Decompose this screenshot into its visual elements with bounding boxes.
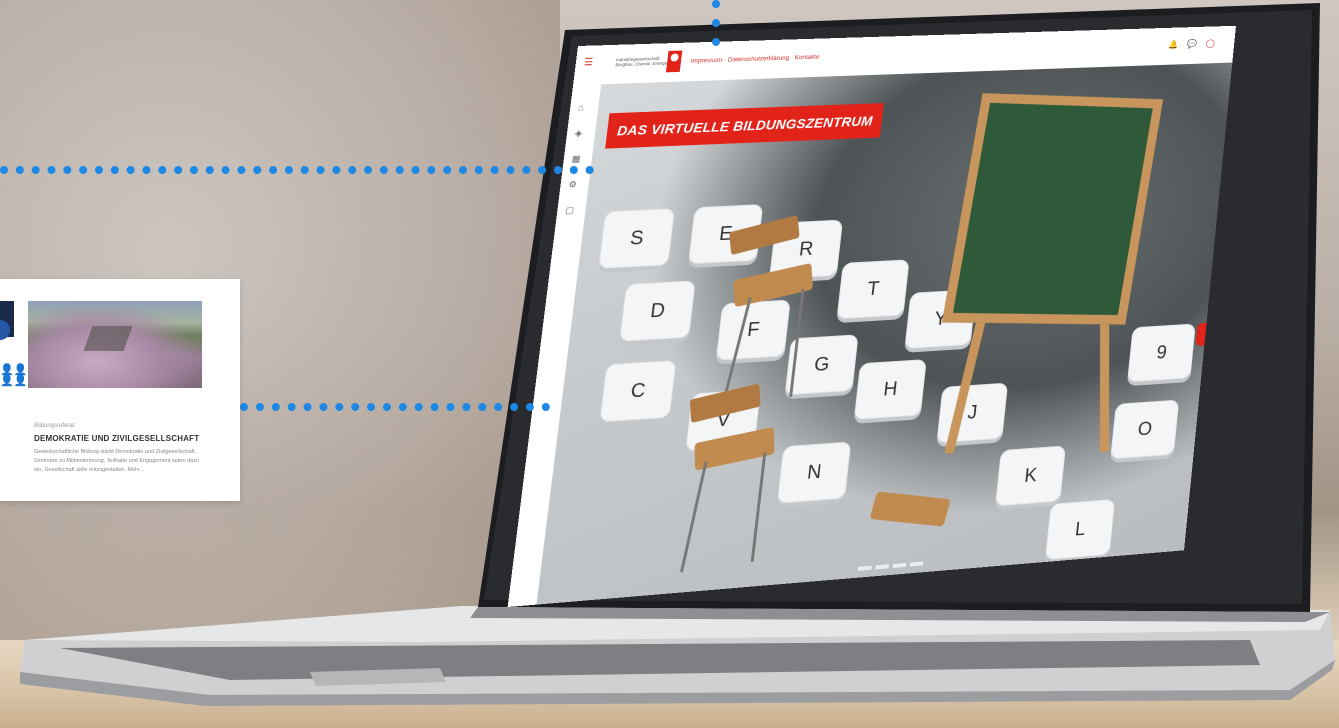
key-9: 9: [1127, 323, 1196, 383]
card-text: Gewerkschaftliche Bildung stärkt Demokra…: [34, 449, 199, 473]
key-h: H: [853, 359, 927, 420]
key-o: O: [1110, 399, 1180, 460]
hamburger-icon[interactable]: ☰: [583, 57, 593, 68]
key-n: N: [776, 441, 852, 504]
chair-seat: [869, 491, 951, 527]
mortarboard-icon[interactable]: ◈: [574, 128, 582, 139]
key-s: S: [598, 208, 676, 269]
card-title[interactable]: DEMOKRATIE UND ZIVILGESELLSCHAFT: [34, 434, 199, 443]
bell-icon[interactable]: 🔔: [1168, 39, 1188, 49]
connector-line: [0, 166, 594, 174]
key-t: T: [836, 259, 910, 320]
header-nav-links[interactable]: Impressum · Datenschutzerklärung · Konta…: [690, 54, 819, 65]
site-logo[interactable]: [665, 50, 683, 73]
key-l: L: [1044, 498, 1116, 561]
card-meta: Bildungsreferat: [34, 423, 75, 429]
hero-badge: DAS VIRTUELLE BILDUNGSZENTRUM: [605, 103, 885, 149]
easel-leg: [1099, 309, 1110, 453]
box-icon[interactable]: ▢: [565, 205, 575, 216]
key-k: K: [994, 445, 1067, 507]
key-j: J: [936, 382, 1009, 444]
chat-icon[interactable]: 💬: [1187, 39, 1207, 49]
chalkboard: [941, 93, 1164, 325]
people-icon: 👤👤 👤👤: [0, 364, 28, 387]
gear-icon[interactable]: ⚙: [568, 179, 577, 190]
connector-line: [240, 403, 550, 411]
chair-leg: [750, 452, 767, 562]
header-icons: 🔔💬◯: [1168, 38, 1225, 50]
key-d: D: [619, 280, 696, 342]
calendar-icon[interactable]: ▦: [571, 154, 581, 165]
card-photo: [28, 301, 202, 388]
key-c: C: [599, 360, 677, 423]
hero-banner: S D C E V R T F G H Y J N K L O 9 DAS VI…: [536, 62, 1233, 605]
connector-line: [712, 0, 720, 46]
key-f: F: [715, 299, 791, 361]
laptop-screen: ☰ Industriegewerkschaft Bergbau, Chemie,…: [507, 25, 1236, 608]
home-icon[interactable]: ⌂: [578, 102, 585, 112]
chair-leg: [680, 461, 708, 573]
slider-dots[interactable]: [855, 552, 926, 575]
user-icon[interactable]: ◯: [1206, 38, 1225, 48]
